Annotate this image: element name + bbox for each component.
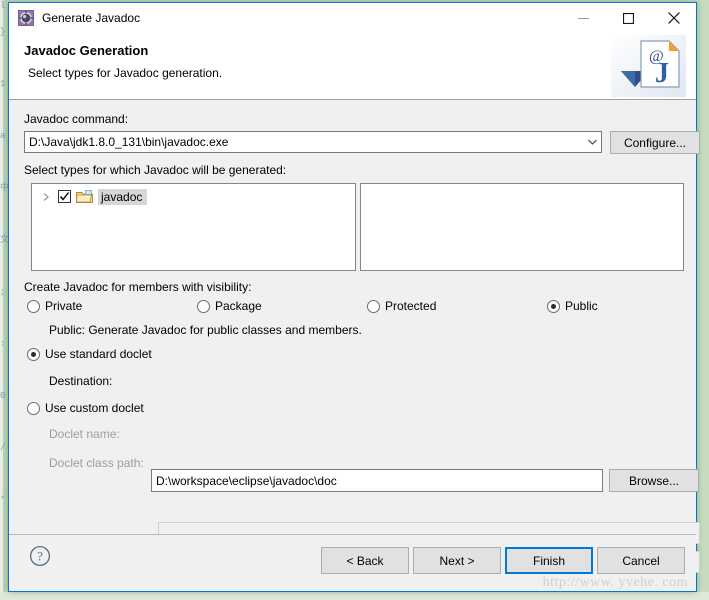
doclet-classpath-label: Doclet class path: bbox=[49, 456, 144, 470]
radio-visibility-protected[interactable]: Protected bbox=[367, 299, 436, 313]
wizard-header: Javadoc Generation Select types for Java… bbox=[9, 33, 696, 100]
radio-label-package: Package bbox=[215, 299, 262, 313]
close-icon bbox=[667, 12, 680, 24]
checkmark-icon bbox=[59, 192, 70, 201]
javadoc-wizard-icon bbox=[18, 10, 34, 26]
radio-icon-public bbox=[547, 299, 560, 313]
chevron-down-icon[interactable] bbox=[584, 138, 601, 146]
javadoc-command-value: D:\Java\jdk1.8.0_131\bin\javadoc.exe bbox=[29, 135, 229, 149]
maximize-button[interactable] bbox=[606, 4, 651, 33]
next-button[interactable]: Next > bbox=[413, 547, 501, 574]
radio-visibility-package[interactable]: Package bbox=[197, 299, 262, 313]
browse-button[interactable]: Browse... bbox=[609, 469, 699, 492]
generate-javadoc-dialog: Generate Javadoc Javadoc Generation Sele… bbox=[8, 2, 700, 592]
tree-checkbox-javadoc[interactable] bbox=[58, 190, 71, 203]
background-bottom-strip bbox=[0, 592, 709, 600]
page-title: Javadoc Generation bbox=[24, 43, 149, 58]
visibility-label: Create Javadoc for members with visibili… bbox=[24, 280, 252, 294]
title-bar: Generate Javadoc bbox=[9, 3, 696, 33]
destination-input[interactable]: D:\workspace\eclipse\javadoc\doc bbox=[151, 469, 603, 492]
type-list-pane[interactable] bbox=[360, 183, 684, 271]
wizard-body: Javadoc command: D:\Java\jdk1.8.0_131\bi… bbox=[9, 100, 700, 573]
type-selection-panes: javadoc bbox=[31, 183, 684, 271]
minimize-icon bbox=[578, 17, 589, 19]
finish-button[interactable]: Finish bbox=[505, 547, 593, 574]
radio-visibility-public[interactable]: Public bbox=[547, 299, 598, 313]
svg-text:J: J bbox=[655, 58, 669, 89]
cancel-button[interactable]: Cancel bbox=[597, 547, 685, 574]
configure-button[interactable]: Configure... bbox=[610, 131, 700, 154]
chevron-right-icon[interactable] bbox=[38, 189, 54, 205]
javadoc-command-combobox[interactable]: D:\Java\jdk1.8.0_131\bin\javadoc.exe bbox=[24, 131, 602, 153]
close-button[interactable] bbox=[651, 4, 696, 33]
radio-label-custom-doclet: Use custom doclet bbox=[45, 401, 144, 415]
maximize-icon bbox=[623, 12, 634, 24]
window-title: Generate Javadoc bbox=[42, 11, 141, 25]
destination-value: D:\workspace\eclipse\javadoc\doc bbox=[156, 473, 337, 488]
radio-icon-protected bbox=[367, 299, 380, 313]
javadoc-command-label: Javadoc command: bbox=[24, 112, 129, 126]
radio-standard-doclet[interactable]: Use standard doclet bbox=[27, 347, 152, 361]
radio-visibility-private[interactable]: Private bbox=[27, 299, 82, 313]
radio-custom-doclet[interactable]: Use custom doclet bbox=[27, 401, 144, 415]
javadoc-command-row: D:\Java\jdk1.8.0_131\bin\javadoc.exe Con… bbox=[24, 131, 700, 155]
radio-icon-custom-doclet bbox=[27, 401, 40, 415]
footer-button-group: < Back Next > Finish Cancel bbox=[321, 547, 685, 574]
radio-label-standard-doclet: Use standard doclet bbox=[45, 347, 152, 361]
minimize-button[interactable] bbox=[561, 4, 606, 33]
radio-icon-standard-doclet bbox=[27, 347, 40, 361]
watermark-text: http://www. yvehe. com bbox=[542, 575, 688, 590]
select-types-label: Select types for which Javadoc will be g… bbox=[24, 163, 287, 177]
java-project-folder-icon bbox=[76, 189, 93, 204]
radio-icon-package bbox=[197, 299, 210, 313]
doclet-name-label: Doclet name: bbox=[49, 427, 120, 441]
tree-item-label: javadoc bbox=[98, 188, 148, 205]
back-button[interactable]: < Back bbox=[321, 547, 409, 574]
tree-item-javadoc[interactable]: javadoc bbox=[32, 187, 355, 206]
radio-label-protected: Protected bbox=[385, 299, 437, 313]
javadoc-page-icon: @ J bbox=[611, 35, 686, 97]
svg-text:?: ? bbox=[37, 549, 43, 564]
page-description: Select types for Javadoc generation. bbox=[28, 66, 223, 80]
radio-icon-private bbox=[27, 299, 40, 313]
radio-label-private: Private bbox=[45, 299, 83, 313]
package-tree-pane[interactable]: javadoc bbox=[31, 183, 356, 271]
help-icon[interactable]: ? bbox=[29, 545, 51, 567]
dialog-footer: ? < Back Next > Finish Cancel http://www… bbox=[9, 534, 696, 591]
visibility-description: Public: Generate Javadoc for public clas… bbox=[49, 323, 362, 337]
destination-label: Destination: bbox=[49, 374, 113, 388]
radio-label-public: Public bbox=[565, 299, 598, 313]
